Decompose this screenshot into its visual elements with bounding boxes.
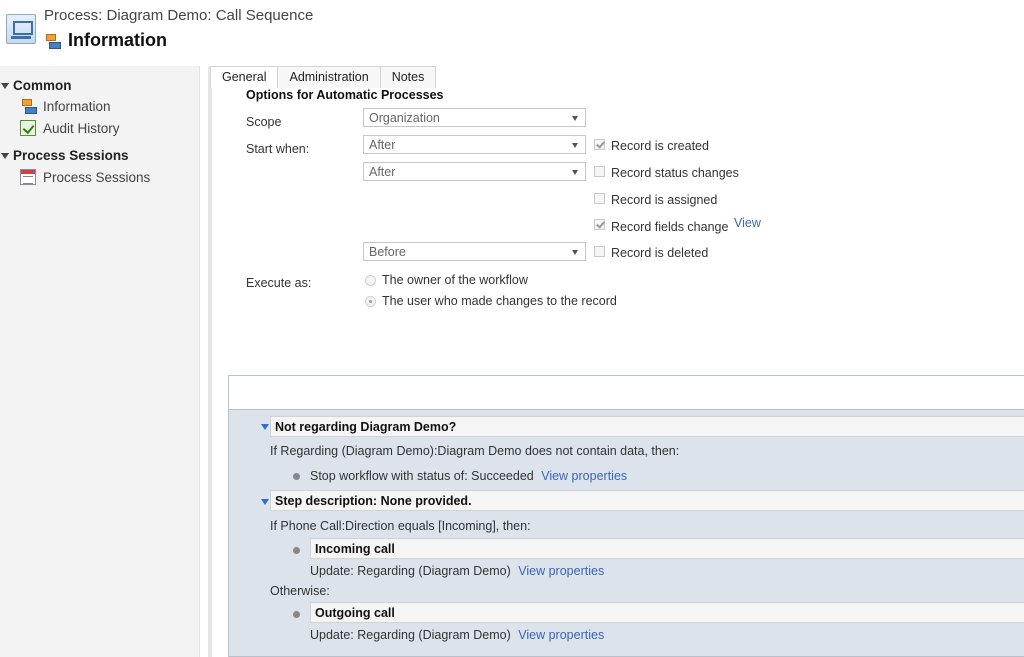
sidebar-group-process-sessions[interactable]: Process Sessions	[0, 148, 129, 163]
step-header[interactable]: Not regarding Diagram Demo?	[270, 416, 1024, 437]
select-value: After	[369, 165, 396, 179]
sidebar-item-label: Information	[43, 98, 111, 114]
view-properties-link[interactable]: View properties	[518, 564, 604, 578]
view-fields-link[interactable]: View	[734, 216, 761, 230]
page-title: Information	[68, 30, 167, 50]
checkbox-label: Record is created	[611, 139, 709, 153]
start-when-created-select[interactable]: After	[363, 135, 586, 154]
bullet-icon	[293, 473, 300, 480]
tab-notes[interactable]: Notes	[379, 66, 437, 88]
otherwise-label: Otherwise:	[270, 584, 330, 598]
action-text: Stop workflow with status of: Succeeded	[310, 469, 534, 483]
flow-icon	[44, 33, 61, 49]
chevron-down-icon	[572, 143, 578, 148]
tab-administration[interactable]: Administration	[277, 66, 381, 88]
tab-general[interactable]: General	[210, 66, 279, 88]
start-when-label: Start when:	[246, 142, 310, 156]
flow-icon	[20, 98, 37, 114]
record-assigned-checkbox[interactable]	[594, 193, 605, 204]
designer-toolbar	[229, 376, 1024, 410]
bullet-icon	[293, 547, 300, 554]
scope-select[interactable]: Organization	[363, 108, 586, 127]
sidebar-item-label: Process Sessions	[43, 169, 151, 185]
start-when-status-select[interactable]: After	[363, 162, 586, 181]
step-header[interactable]: Incoming call	[310, 538, 1024, 559]
record-fields-change-checkbox[interactable]	[594, 219, 605, 230]
start-when-deleted-select[interactable]: Before	[363, 242, 586, 261]
scope-label: Scope	[246, 115, 282, 129]
step-action: Stop workflow with status of: Succeeded …	[310, 469, 627, 483]
page-header: Process: Diagram Demo: Call Sequence Inf…	[0, 0, 1024, 64]
step-header[interactable]: Outgoing call	[310, 602, 1024, 623]
workflow-designer: Not regarding Diagram Demo? If Regarding…	[228, 375, 1024, 657]
process-sessions-icon	[20, 169, 36, 185]
sidebar: Common Information Audit History Process…	[0, 66, 200, 657]
sidebar-item-information[interactable]: Information	[20, 98, 111, 114]
radio-label: The user who made changes to the record	[382, 294, 617, 308]
sidebar-group-label: Common	[13, 78, 72, 93]
chevron-down-icon	[572, 116, 578, 121]
user-radio[interactable]	[365, 296, 376, 307]
sidebar-group-common[interactable]: Common	[0, 78, 72, 93]
select-value: After	[369, 138, 396, 152]
record-deleted-checkbox[interactable]	[594, 246, 605, 257]
scope-value: Organization	[369, 111, 440, 125]
step-action: Update: Regarding (Diagram Demo) View pr…	[310, 628, 604, 642]
sidebar-item-process-sessions[interactable]: Process Sessions	[20, 169, 150, 185]
tab-bar: General Administration Notes	[210, 66, 437, 88]
bullet-icon	[293, 611, 300, 618]
radio-label: The owner of the workflow	[382, 273, 528, 287]
chevron-down-icon	[572, 170, 578, 175]
action-text: Update: Regarding (Diagram Demo)	[310, 628, 511, 642]
collapse-triangle-icon[interactable]	[261, 499, 269, 505]
select-value: Before	[369, 245, 406, 259]
sidebar-group-label: Process Sessions	[13, 148, 129, 163]
checkbox-label: Record is deleted	[611, 246, 709, 260]
divider	[208, 66, 212, 657]
step-condition: If Regarding (Diagram Demo):Diagram Demo…	[270, 444, 680, 458]
step-condition: If Phone Call:Direction equals [Incoming…	[270, 519, 531, 533]
collapse-triangle-icon[interactable]	[261, 424, 269, 430]
step-action: Update: Regarding (Diagram Demo) View pr…	[310, 564, 604, 578]
view-properties-link[interactable]: View properties	[541, 469, 627, 483]
collapse-triangle-icon	[1, 152, 9, 159]
section-title: Options for Automatic Processes	[246, 88, 444, 102]
audit-history-icon	[20, 120, 36, 136]
record-created-checkbox[interactable]	[594, 139, 605, 150]
process-title: Process: Diagram Demo: Call Sequence	[44, 7, 314, 24]
step-header[interactable]: Step description: None provided.	[270, 490, 1024, 511]
action-text: Update: Regarding (Diagram Demo)	[310, 564, 511, 578]
record-status-changes-checkbox[interactable]	[594, 166, 605, 177]
process-icon	[6, 14, 36, 44]
owner-radio[interactable]	[365, 275, 376, 286]
sidebar-item-label: Audit History	[43, 120, 120, 136]
checkbox-label: Record is assigned	[611, 193, 718, 207]
checkbox-label: Record fields change	[611, 220, 729, 234]
checkbox-label: Record status changes	[611, 166, 739, 180]
view-properties-link[interactable]: View properties	[518, 628, 604, 642]
collapse-triangle-icon	[1, 82, 9, 89]
page-title-row: Information	[44, 30, 167, 51]
sidebar-item-audit-history[interactable]: Audit History	[20, 120, 120, 136]
chevron-down-icon	[572, 250, 578, 255]
execute-as-label: Execute as:	[246, 276, 312, 290]
